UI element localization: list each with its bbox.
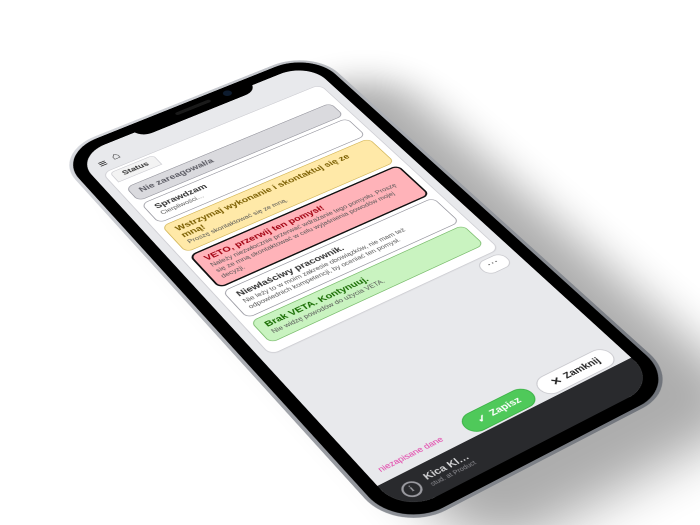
hamburger-menu-icon[interactable]: ≡: [98, 161, 108, 167]
check-icon: ✓: [474, 412, 490, 424]
info-icon[interactable]: i: [397, 477, 427, 499]
close-icon: ✕: [548, 375, 564, 387]
home-icon[interactable]: ⌂: [108, 150, 123, 161]
